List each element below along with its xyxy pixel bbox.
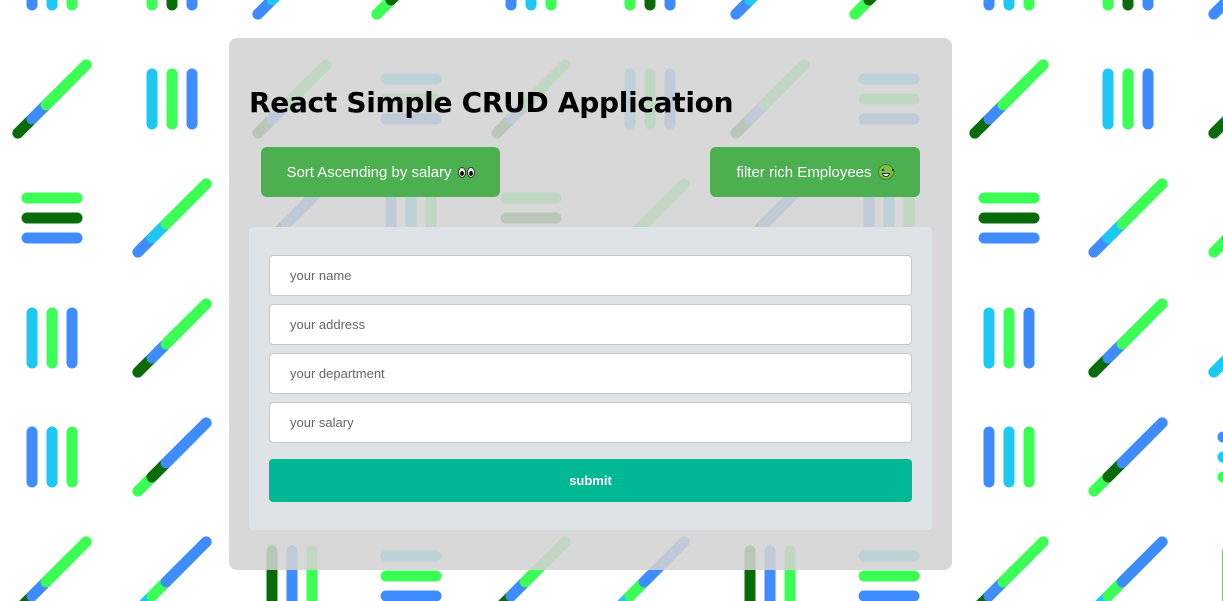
- filter-rich-employees-button[interactable]: filter rich Employees: [710, 147, 920, 197]
- money-face-icon: [877, 164, 894, 180]
- submit-button[interactable]: submit: [269, 459, 912, 502]
- eyes-icon: [457, 166, 475, 178]
- sort-ascending-button[interactable]: Sort Ascending by salary: [261, 147, 500, 197]
- address-input[interactable]: [269, 304, 912, 345]
- employee-form: submit: [249, 227, 932, 530]
- salary-input[interactable]: [269, 402, 912, 443]
- filter-button-label: filter rich Employees: [736, 163, 872, 181]
- sort-button-label: Sort Ascending by salary: [286, 163, 452, 181]
- app-card: React Simple CRUD Application Sort Ascen…: [229, 38, 952, 570]
- name-input[interactable]: [269, 255, 912, 296]
- page-title: React Simple CRUD Application: [249, 86, 734, 119]
- department-input[interactable]: [269, 353, 912, 394]
